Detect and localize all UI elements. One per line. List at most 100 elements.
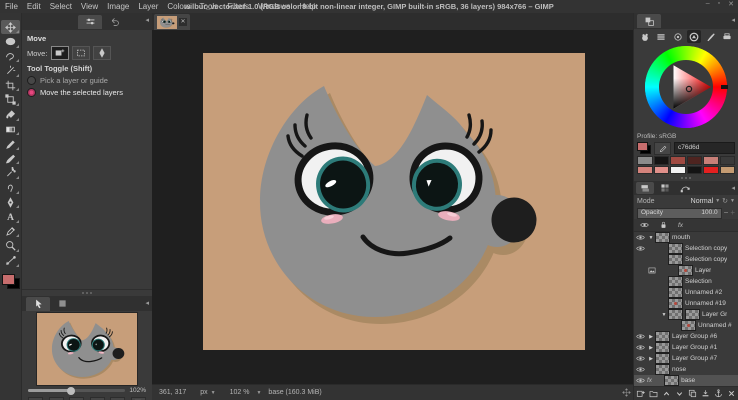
- canvas-image[interactable]: [203, 53, 585, 350]
- window-close-button[interactable]: ✕: [728, 0, 734, 8]
- history-swatch[interactable]: [687, 156, 703, 165]
- layer-row[interactable]: ▶Layer Group #7: [634, 353, 738, 364]
- layer-visibility-on[interactable]: [634, 344, 647, 351]
- fx-header-icon[interactable]: fx: [678, 222, 683, 229]
- menu-file[interactable]: File: [5, 2, 18, 11]
- layer-row[interactable]: Selection: [634, 276, 738, 287]
- duplicate-layer-button[interactable]: [686, 387, 699, 400]
- zoom-dropdown[interactable]: 102 %: [223, 389, 257, 396]
- history-swatch[interactable]: [720, 156, 736, 165]
- tool-gradient[interactable]: [1, 122, 20, 136]
- history-swatch[interactable]: [670, 166, 686, 175]
- layer-row[interactable]: Unnamed #2: [634, 287, 738, 298]
- image-tab[interactable]: ✕: [154, 14, 190, 30]
- history-swatch[interactable]: [654, 156, 670, 165]
- mini-fg-bg-swatch[interactable]: [637, 142, 651, 154]
- move-type-layer[interactable]: [51, 46, 69, 60]
- layer-visibility-on[interactable]: [634, 377, 647, 384]
- tab-paths[interactable]: [676, 182, 694, 194]
- visibility-eye-icon[interactable]: [640, 221, 649, 229]
- color-dock-menu-button[interactable]: ◂: [731, 16, 735, 24]
- layer-visibility-on[interactable]: [634, 355, 647, 362]
- tool-smudge[interactable]: [1, 181, 20, 195]
- layer-visibility-on[interactable]: [634, 234, 647, 241]
- history-swatch[interactable]: [637, 166, 653, 175]
- layer-visibility-on[interactable]: [634, 366, 647, 373]
- tab-layers[interactable]: [636, 182, 654, 194]
- selector-scales-icon[interactable]: [654, 30, 668, 43]
- mode-options-icon[interactable]: ↻: [722, 197, 728, 205]
- merge-down-button[interactable]: [699, 387, 712, 400]
- selector-cmyk-icon[interactable]: [720, 30, 734, 43]
- tool-pencil[interactable]: [1, 137, 20, 151]
- lock-icon[interactable]: [659, 221, 668, 229]
- menu-view[interactable]: View: [81, 2, 98, 11]
- layer-row[interactable]: ▼mouth: [634, 232, 738, 243]
- layer-expander[interactable]: ▼: [660, 312, 668, 318]
- menu-edit[interactable]: Edit: [27, 2, 41, 11]
- menu-image[interactable]: Image: [107, 2, 129, 11]
- radio-option-1[interactable]: Pick a layer or guide: [27, 76, 147, 85]
- image-tab-close-icon[interactable]: ✕: [179, 18, 187, 26]
- color-wheel[interactable]: [634, 44, 738, 132]
- new-layer-button[interactable]: [634, 387, 647, 400]
- layer-expander[interactable]: ▼: [647, 235, 655, 241]
- opacity-decrease-button[interactable]: −: [724, 209, 729, 217]
- window-maximize-button[interactable]: ▫: [718, 0, 720, 8]
- layers-menu-button[interactable]: ◂: [731, 184, 735, 192]
- layer-row[interactable]: Unnamed #: [634, 320, 738, 331]
- tool-text[interactable]: A: [1, 210, 20, 224]
- fg-bg-swatch[interactable]: [2, 274, 20, 289]
- layer-row[interactable]: fxbase: [634, 375, 738, 386]
- mode-options-chevron-icon[interactable]: ▼: [730, 198, 735, 204]
- delete-layer-button[interactable]: [725, 387, 738, 400]
- history-swatch[interactable]: [654, 166, 670, 175]
- navigation-menu-button[interactable]: ◂: [145, 299, 149, 307]
- foreground-color-swatch[interactable]: [2, 274, 15, 285]
- raise-layer-button[interactable]: [660, 387, 673, 400]
- tool-free-select[interactable]: [1, 49, 20, 63]
- layer-row[interactable]: Unnamed #19: [634, 298, 738, 309]
- dock-menu-button[interactable]: ◂: [145, 16, 149, 24]
- radio-option-2[interactable]: Move the selected layers: [27, 88, 147, 97]
- hex-color-input[interactable]: c76d6d: [674, 142, 735, 154]
- tool-crop[interactable]: [1, 78, 20, 92]
- history-swatch[interactable]: [720, 166, 736, 175]
- menu-layer[interactable]: Layer: [138, 2, 158, 11]
- tool-move[interactable]: [1, 20, 20, 34]
- navigation-cross-button[interactable]: [619, 388, 633, 397]
- mode-chevron-icon[interactable]: ▼: [715, 198, 720, 204]
- layer-row[interactable]: ▼Layer Gr: [634, 309, 738, 320]
- tool-airbrush[interactable]: [1, 166, 20, 180]
- history-swatch[interactable]: [703, 156, 719, 165]
- tool-ellipse-select[interactable]: [1, 35, 20, 49]
- menu-select[interactable]: Select: [50, 2, 72, 11]
- layer-row[interactable]: Layer: [634, 265, 738, 276]
- navigation-preview[interactable]: [37, 313, 137, 385]
- canvas-viewport[interactable]: [152, 30, 633, 384]
- move-type-selection[interactable]: [72, 46, 90, 60]
- history-swatch[interactable]: [703, 166, 719, 175]
- anchor-button[interactable]: [712, 387, 725, 400]
- selector-gimp-icon[interactable]: [638, 30, 652, 43]
- dock-tab-colors[interactable]: [637, 14, 661, 28]
- dock-tab-undo-history[interactable]: [102, 15, 126, 29]
- layer-row[interactable]: Selection copy: [634, 243, 738, 254]
- lower-layer-button[interactable]: [673, 387, 686, 400]
- mode-value[interactable]: Normal: [691, 198, 714, 205]
- history-swatch[interactable]: [687, 166, 703, 175]
- history-swatch[interactable]: [670, 156, 686, 165]
- opacity-increase-button[interactable]: +: [730, 209, 735, 217]
- dock-tab-pointer[interactable]: [26, 297, 50, 311]
- tool-transform[interactable]: [1, 93, 20, 107]
- unit-dropdown[interactable]: px▼: [193, 389, 222, 396]
- tool-zoom[interactable]: [1, 239, 20, 253]
- layer-row[interactable]: ▶Layer Group #1: [634, 342, 738, 353]
- layer-row[interactable]: ▶Layer Group #6: [634, 331, 738, 342]
- tool-bucket-fill[interactable]: [1, 108, 20, 122]
- tool-fuzzy-select[interactable]: [1, 64, 20, 78]
- selector-palette-icon[interactable]: [704, 30, 718, 43]
- navigation-zoom-slider[interactable]: 102%: [22, 385, 152, 396]
- edit-color-button[interactable]: [654, 142, 671, 155]
- tool-color-picker[interactable]: [1, 224, 20, 238]
